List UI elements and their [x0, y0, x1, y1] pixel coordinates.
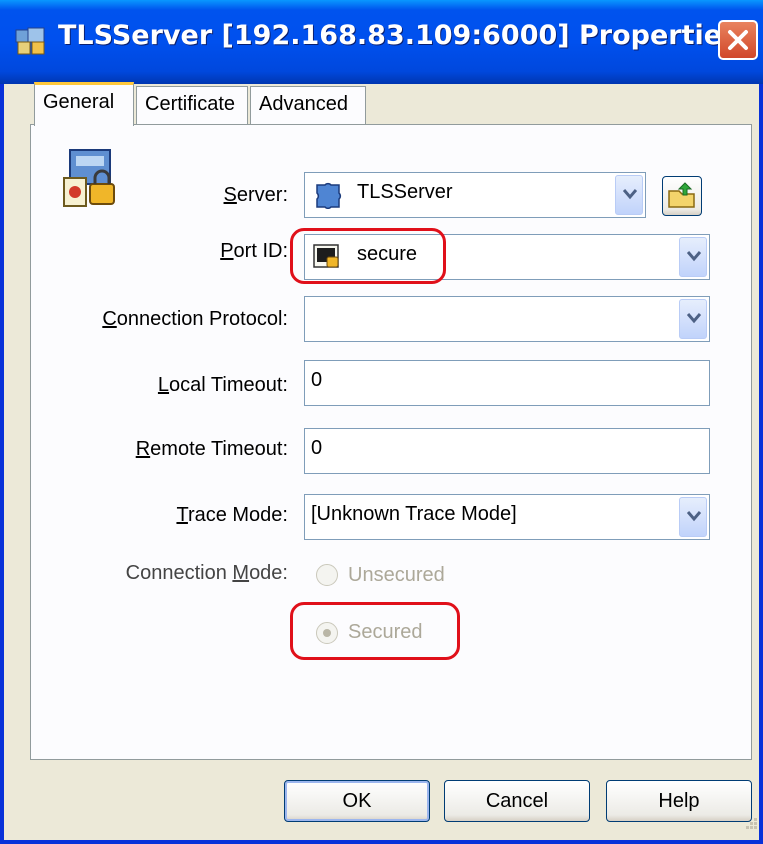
server-icon: [313, 181, 343, 215]
connection-protocol-dropdown-button[interactable]: [679, 299, 707, 339]
remote-timeout-input[interactable]: 0: [304, 428, 710, 474]
remote-timeout-label: Remote Timeout:: [135, 438, 288, 460]
secured-highlight: [290, 602, 460, 660]
tab-certificate[interactable]: Certificate: [136, 86, 248, 124]
tab-certificate-label: Certificate: [145, 93, 236, 115]
resize-grip-icon[interactable]: [738, 814, 760, 841]
chevron-down-icon: [623, 189, 637, 200]
tab-advanced-label: Advanced: [259, 93, 348, 115]
chevron-down-icon: [687, 251, 701, 262]
server-value: TLSServer: [357, 181, 453, 203]
local-timeout-value: 0: [311, 369, 323, 391]
server-certificate-icon: [60, 148, 122, 215]
cancel-button[interactable]: Cancel: [444, 780, 590, 822]
unsecured-radio-label[interactable]: Unsecured: [348, 564, 445, 587]
browse-folder-button[interactable]: [662, 176, 702, 216]
trace-mode-value: [Unknown Trace Mode]: [311, 503, 517, 525]
properties-dialog: TLSServer [192.168.83.109:6000] Properti…: [0, 0, 763, 844]
trace-mode-label: Trace Mode:: [176, 504, 288, 526]
title-bar[interactable]: TLSServer [192.168.83.109:6000] Properti…: [0, 0, 763, 84]
help-button[interactable]: Help: [606, 780, 752, 822]
ok-button[interactable]: OK: [284, 780, 430, 822]
chevron-down-icon: [687, 511, 701, 522]
connection-mode-label: Connection Mode:: [125, 562, 288, 584]
close-icon: [728, 30, 748, 50]
server-label: Server:: [223, 184, 288, 206]
trace-mode-dropdown[interactable]: [Unknown Trace Mode]: [304, 494, 710, 540]
tab-general-label: General: [43, 91, 115, 113]
tab-general[interactable]: General: [34, 82, 134, 126]
close-button[interactable]: [718, 20, 758, 60]
port-id-label: Port ID:: [220, 240, 288, 262]
window-title: TLSServer [192.168.83.109:6000] Properti…: [58, 20, 739, 51]
server-properties-icon: [14, 24, 48, 58]
unsecured-radio[interactable]: [316, 564, 338, 586]
connection-protocol-dropdown[interactable]: [304, 296, 710, 342]
port-id-highlight: [290, 228, 446, 284]
tab-advanced[interactable]: Advanced: [250, 86, 366, 124]
local-timeout-label: Local Timeout:: [157, 374, 288, 396]
connection-protocol-label: Connection Protocol:: [102, 308, 288, 330]
chevron-down-icon: [687, 313, 701, 324]
server-dropdown[interactable]: TLSServer: [304, 172, 646, 218]
local-timeout-input[interactable]: 0: [304, 360, 710, 406]
trace-mode-dropdown-button[interactable]: [679, 497, 707, 537]
server-dropdown-button[interactable]: [615, 175, 643, 215]
remote-timeout-value: 0: [311, 437, 323, 459]
port-id-dropdown-button[interactable]: [679, 237, 707, 277]
open-folder-icon: [668, 182, 695, 208]
